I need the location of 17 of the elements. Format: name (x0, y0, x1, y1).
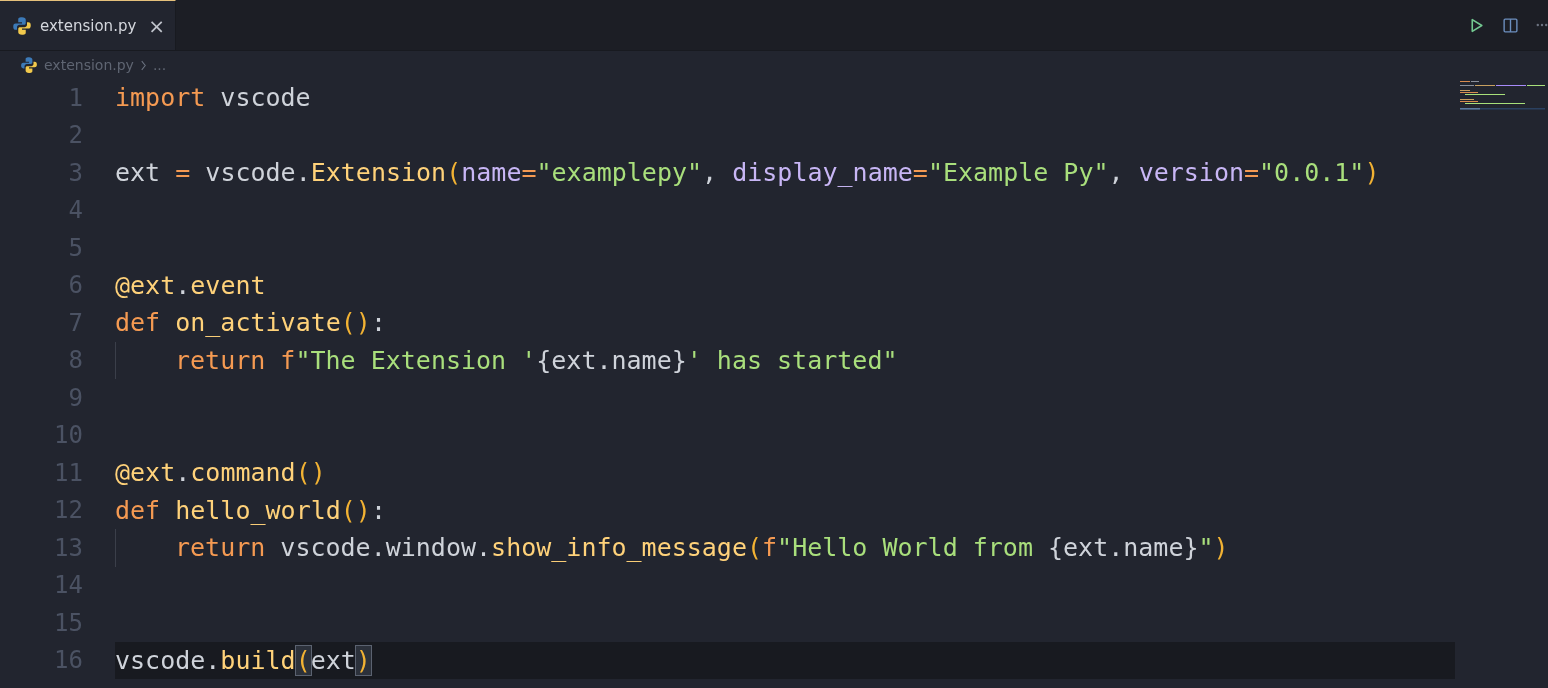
code-line: vscode.build(ext) (115, 645, 371, 675)
python-icon (12, 15, 32, 36)
code-line: def on_activate(): (115, 308, 386, 338)
python-icon (20, 56, 38, 74)
split-editor-icon[interactable] (1502, 16, 1519, 34)
code-line: ext = vscode.Extension(name="examplepy", display_name="Example Py", version="0.0.1") (115, 158, 1380, 188)
more-icon[interactable] (1536, 22, 1548, 28)
code-line: return f"The Extension '{ext.name}' has started" (175, 345, 898, 375)
run-icon[interactable] (1468, 16, 1485, 34)
close-icon[interactable]: × (148, 13, 166, 38)
code-line: def hello_world(): (115, 495, 386, 525)
code-line: @ext.event (115, 270, 266, 300)
code-line: return vscode.window.show_info_message(f"Hello World from {ext.name}") (175, 533, 1229, 563)
code-line: @ext.command() (115, 458, 326, 488)
editor-tab[interactable]: extension.py × (0, 0, 177, 50)
code-line: import vscode (115, 83, 311, 113)
chevron-icon (139, 59, 147, 71)
